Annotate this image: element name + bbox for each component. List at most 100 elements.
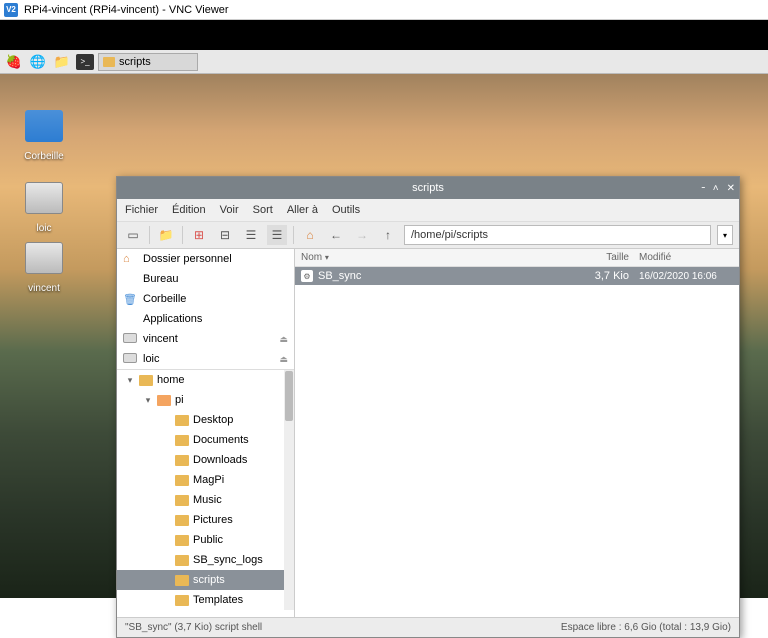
view-detail-icon[interactable]: ☰: [267, 225, 287, 245]
maximize-button[interactable]: ˄: [713, 183, 719, 194]
toolbar: ▭ 📁 ⊞ ⊟ ☰ ☰ ⌂ ← → ↑ /home/pi/scripts ▾: [117, 221, 739, 249]
menu-édition[interactable]: Édition: [172, 204, 206, 216]
icon-label: loic: [36, 223, 51, 234]
vnc-titlebar: V2 RPi4-vincent (RPi4-vincent) - VNC Vie…: [0, 0, 768, 20]
folder-icon: [175, 455, 189, 466]
statusbar: "SB_sync" (3,7 Kio) script shell Espace …: [117, 617, 739, 637]
menu-voir[interactable]: Voir: [220, 204, 239, 216]
place-vincent[interactable]: vincent ⏏: [117, 329, 294, 349]
tree-item-pi[interactable]: ▾pi: [117, 390, 294, 410]
folder-icon: [123, 273, 137, 285]
tree-item-music[interactable]: Music: [117, 490, 294, 510]
tree-item-desktop[interactable]: Desktop: [117, 410, 294, 430]
tree-label: SB_sync_logs: [193, 554, 263, 566]
tree-item-templates[interactable]: Templates: [117, 590, 294, 610]
place-label: Corbeille: [143, 293, 186, 305]
tree-item-pictures[interactable]: Pictures: [117, 510, 294, 530]
desktop-icon-corbeille[interactable]: Corbeille: [14, 110, 74, 164]
place-label: vincent: [143, 333, 178, 345]
desktop[interactable]: 🍓 🌐 📁 >_ scripts Corbeille loic vincent sc…: [0, 50, 768, 598]
forward-icon[interactable]: →: [352, 225, 372, 245]
vnc-title: RPi4-vincent (RPi4-vincent) - VNC Viewer: [24, 4, 229, 16]
black-strip: [0, 20, 768, 50]
gear-icon: ⚙: [301, 270, 313, 282]
tree-label: Documents: [193, 434, 249, 446]
path-input[interactable]: /home/pi/scripts: [404, 225, 711, 245]
taskbar: 🍓 🌐 📁 >_ scripts: [0, 50, 768, 74]
folder-icon: [175, 595, 189, 606]
place-trash[interactable]: 🗑 Corbeille: [117, 289, 294, 309]
terminal-icon[interactable]: >_: [76, 54, 94, 70]
tree-label: Desktop: [193, 414, 233, 426]
file-row[interactable]: ⚙SB_sync3,7 Kio16/02/2020 16:06: [295, 267, 739, 285]
expand-icon[interactable]: ▾: [143, 395, 153, 406]
folder-icon: [103, 57, 115, 67]
home-icon: ⌂: [123, 253, 137, 265]
menu-aller à[interactable]: Aller à: [287, 204, 318, 216]
place-apps[interactable]: Applications: [117, 309, 294, 329]
eject-icon[interactable]: ⏏: [279, 354, 288, 365]
file-listing[interactable]: Nom ▾ Taille Modifié ⚙SB_sync3,7 Kio16/0…: [295, 249, 739, 617]
file-modified: 16/02/2020 16:06: [629, 271, 739, 282]
view-list-icon[interactable]: ☰: [241, 225, 261, 245]
tree-item-documents[interactable]: Documents: [117, 430, 294, 450]
eject-icon[interactable]: ⏏: [279, 334, 288, 345]
menu-fichier[interactable]: Fichier: [125, 204, 158, 216]
back-icon[interactable]: ←: [326, 225, 346, 245]
col-modified[interactable]: Modifié: [629, 252, 739, 263]
folder-icon: [175, 415, 189, 426]
drive-icon: [25, 182, 63, 214]
path-dropdown-icon[interactable]: ▾: [717, 225, 733, 245]
file-name: SB_sync: [318, 270, 361, 282]
vnc-icon: V2: [4, 3, 18, 17]
menu-sort[interactable]: Sort: [253, 204, 273, 216]
drive-icon: [25, 242, 63, 274]
filemanager-window: scripts ╶ ˄ ✕ Fichier Édition Voir Sort Alle…: [116, 176, 740, 638]
tree-item-home[interactable]: ▾ home: [117, 370, 294, 390]
tree-scrollbar[interactable]: [284, 370, 294, 610]
menubar: Fichier Édition Voir Sort Aller à Outils: [117, 199, 739, 221]
tree-label: Templates: [193, 594, 243, 606]
up-icon[interactable]: ↑: [378, 225, 398, 245]
place-label: Bureau: [143, 273, 178, 285]
trash-icon: 🗑: [123, 293, 137, 305]
new-folder-icon[interactable]: 📁: [156, 225, 176, 245]
close-button[interactable]: ✕: [727, 183, 735, 194]
tree-item-public[interactable]: Public: [117, 530, 294, 550]
tree-item-sb_sync_logs[interactable]: SB_sync_logs: [117, 550, 294, 570]
new-tab-icon[interactable]: ▭: [123, 225, 143, 245]
desktop-icon-loic[interactable]: loic: [14, 182, 74, 236]
tree-label: Pictures: [193, 514, 233, 526]
tree-label: Music: [193, 494, 222, 506]
browser-icon[interactable]: 🌐: [28, 53, 48, 71]
place-loic[interactable]: loic⏏: [117, 349, 294, 369]
view-icons-icon[interactable]: ⊞: [189, 225, 209, 245]
tree-label: home: [157, 374, 185, 386]
taskbar-task-scripts[interactable]: scripts: [98, 53, 198, 71]
tree-item-scripts[interactable]: scripts: [117, 570, 294, 590]
desktop-icon-vincent[interactable]: vincent: [14, 242, 74, 296]
col-size[interactable]: Taille: [569, 252, 629, 263]
folder-icon: [175, 535, 189, 546]
separator: [182, 226, 183, 244]
home-icon[interactable]: ⌂: [300, 225, 320, 245]
raspberry-menu-icon[interactable]: 🍓: [4, 53, 24, 71]
col-name[interactable]: Nom ▾: [295, 252, 569, 263]
folder-icon: [175, 475, 189, 486]
column-headers[interactable]: Nom ▾ Taille Modifié: [295, 249, 739, 267]
place-home[interactable]: ⌂Dossier personnel: [117, 249, 294, 269]
tree-item-downloads[interactable]: Downloads: [117, 450, 294, 470]
view-compact-icon[interactable]: ⊟: [215, 225, 235, 245]
tree-item-magpi[interactable]: MagPi: [117, 470, 294, 490]
menu-outils[interactable]: Outils: [332, 204, 360, 216]
status-left: "SB_sync" (3,7 Kio) script shell: [125, 622, 262, 633]
expand-icon[interactable]: ▾: [125, 375, 135, 386]
minimize-button[interactable]: ╶: [699, 183, 705, 194]
trash-icon: [25, 110, 63, 142]
icon-label: vincent: [28, 283, 60, 294]
filemanager-icon[interactable]: 📁: [52, 53, 72, 71]
tree-label: MagPi: [193, 474, 224, 486]
window-titlebar[interactable]: scripts ╶ ˄ ✕: [117, 177, 739, 199]
folder-icon: [123, 313, 137, 325]
place-desktop[interactable]: Bureau: [117, 269, 294, 289]
